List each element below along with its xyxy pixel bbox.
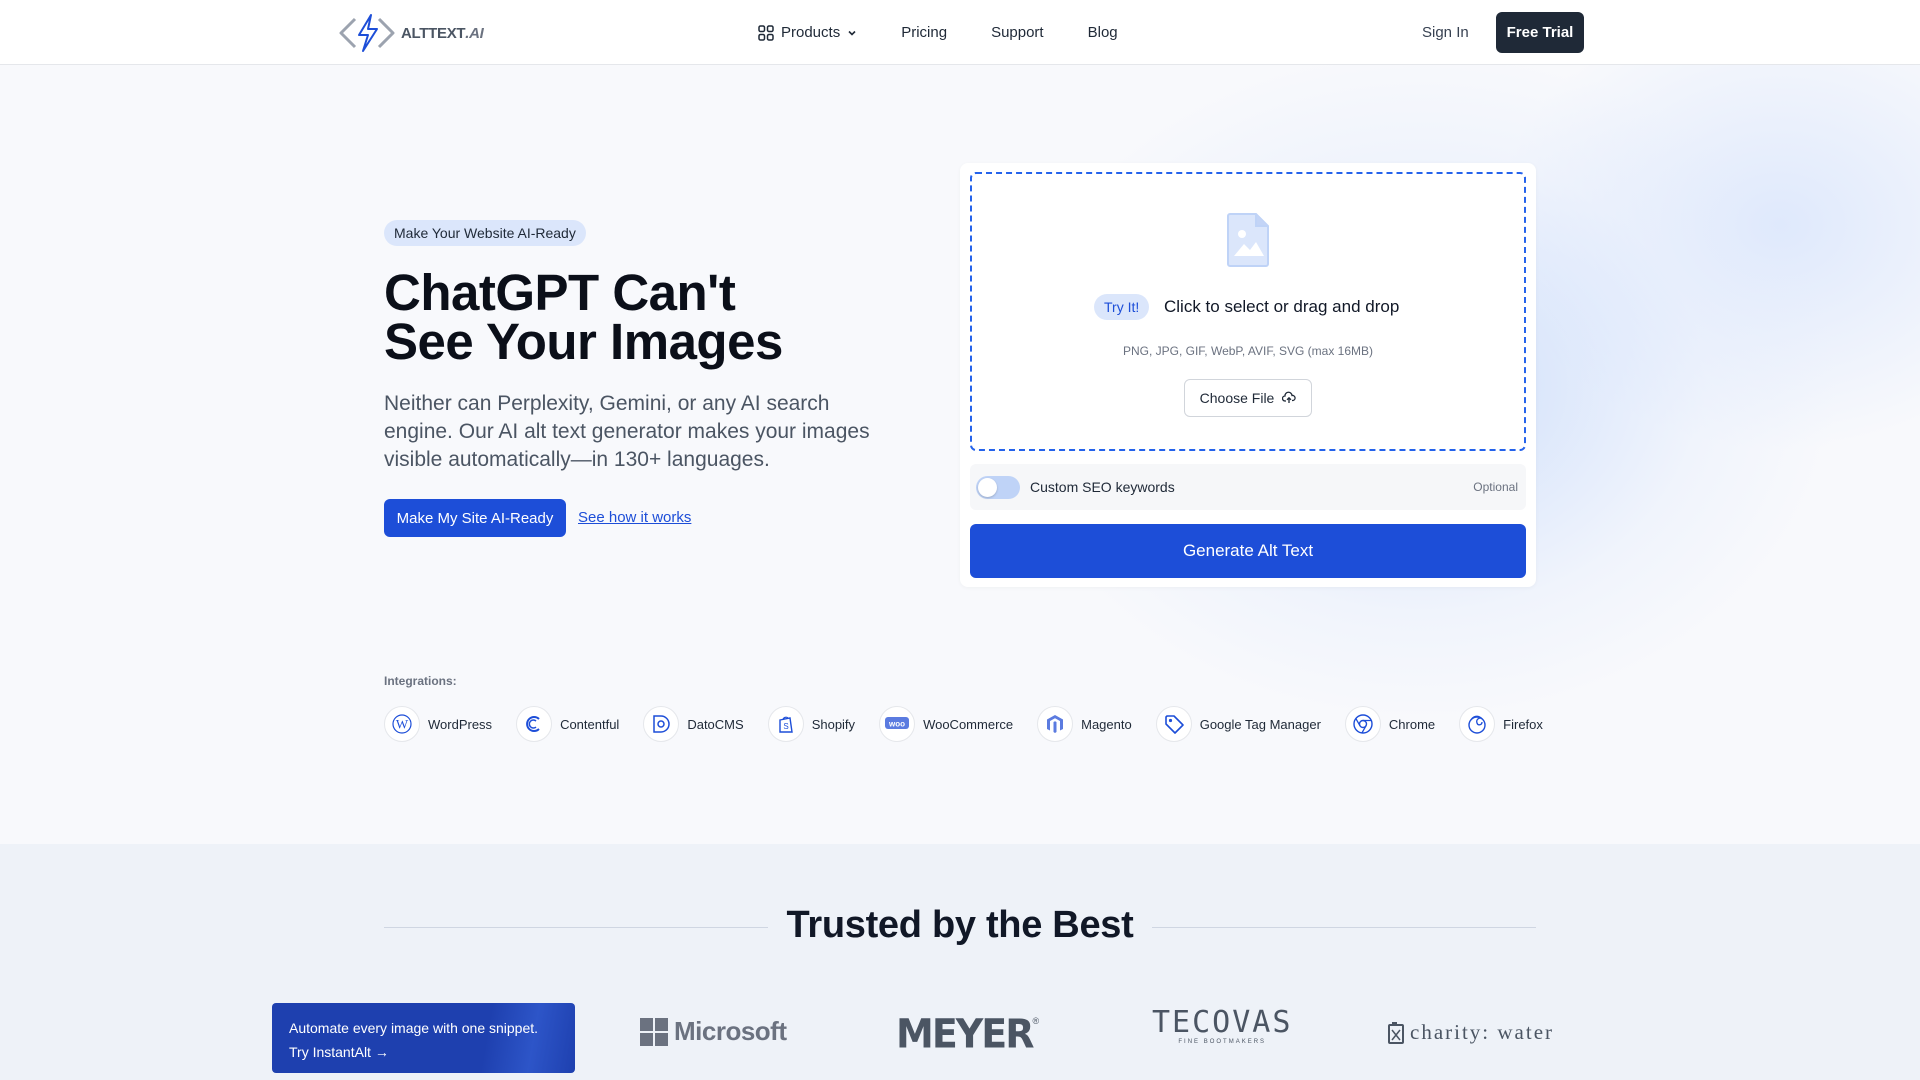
site-header: ALTTEXT.AI Products Pricing Support Blog… (0, 0, 1920, 65)
sign-in-link[interactable]: Sign In (1422, 24, 1469, 41)
hero-badge: Make Your Website AI-Ready (384, 220, 586, 246)
integration-wordpress[interactable]: W WordPress (384, 706, 492, 742)
svg-text:woo: woo (888, 720, 905, 729)
lightning-logo-icon (339, 14, 395, 52)
generate-alt-text-button[interactable]: Generate Alt Text (970, 524, 1526, 578)
tecovas-logo: TECOVAS FINE BOOTMAKERS (1152, 1008, 1292, 1046)
tecovas-tagline: FINE BOOTMAKERS (1178, 1039, 1267, 1045)
nav-products[interactable]: Products (758, 24, 857, 41)
integration-name: DatoCMS (687, 716, 744, 732)
seo-keywords-label: Custom SEO keywords (1030, 479, 1175, 495)
logo[interactable]: ALTTEXT.AI (337, 13, 484, 53)
hero-title-line2: See Your Images (384, 313, 783, 370)
integration-contentful[interactable]: Contentful (516, 706, 619, 742)
integration-chrome[interactable]: Chrome (1344, 706, 1436, 742)
instantalt-promo[interactable]: Automate every image with one snippet. T… (272, 1003, 575, 1073)
datocms-icon (643, 706, 680, 742)
trusted-section: Trusted by the Best Automate every image… (0, 844, 1920, 1080)
microsoft-logo: Microsoft (640, 1016, 787, 1047)
integration-name: Magento (1081, 716, 1132, 732)
meyer-wordmark: MEYER (896, 1010, 1035, 1058)
integration-magento[interactable]: Magento (1037, 706, 1132, 742)
integration-name: Contentful (560, 716, 620, 732)
google-tag-manager-icon (1155, 706, 1192, 742)
supported-formats: PNG, JPG, GIF, WebP, AVIF, SVG (max 16MB… (1122, 344, 1374, 358)
seo-keywords-toggle[interactable] (976, 476, 1020, 499)
dropzone-instruction: Click to select or drag and drop (1164, 297, 1400, 316)
integration-name: Firefox (1503, 716, 1543, 732)
upload-cloud-icon (1282, 391, 1297, 403)
contentful-icon (516, 706, 553, 742)
try-it-badge: Try It! (1094, 294, 1150, 320)
firefox-icon (1459, 706, 1496, 742)
svg-text:S: S (783, 722, 788, 731)
woocommerce-icon: woo (879, 706, 916, 742)
nav-products-label: Products (781, 24, 841, 41)
seo-keywords-row: Custom SEO keywords Optional (970, 464, 1526, 510)
integrations-label: Integrations: (384, 674, 457, 688)
promo-text: Automate every image with one snippet. (289, 1020, 539, 1036)
nav-support[interactable]: Support (991, 24, 1044, 41)
integration-name: Google Tag Manager (1199, 716, 1321, 732)
toggle-knob (978, 478, 997, 497)
charity-water-wordmark: charity: water (1410, 1020, 1555, 1044)
choose-file-label: Choose File (1199, 390, 1275, 406)
chevron-down-icon (848, 30, 856, 36)
optional-label: Optional (1473, 480, 1518, 494)
wordpress-icon: W (384, 706, 420, 742)
microsoft-windows-icon (640, 1017, 668, 1046)
tecovas-wordmark: TECOVAS (1152, 1005, 1293, 1040)
integration-datocms[interactable]: DatoCMS (643, 706, 744, 742)
integration-name: Chrome (1388, 716, 1436, 732)
hero-title: ChatGPT Can't See Your Images (384, 267, 844, 367)
grid-icon (758, 24, 774, 41)
integrations-list: W WordPress Contentful DatoCMS S Shopify… (384, 706, 1543, 742)
trusted-title: Trusted by the Best (786, 904, 1134, 946)
free-trial-button[interactable]: Free Trial (1496, 12, 1584, 53)
see-how-it-works-link[interactable]: See how it works (578, 509, 691, 526)
integration-name: WordPress (428, 716, 493, 732)
chrome-icon (1344, 706, 1381, 742)
hero-subtitle: Neither can Perplexity, Gemini, or any A… (384, 392, 870, 471)
nav-pricing[interactable]: Pricing (901, 24, 947, 41)
logo-text: ALTTEXT.AI (401, 24, 484, 42)
jerrycan-icon (1388, 1021, 1404, 1044)
integration-name: WooCommerce (923, 716, 1014, 732)
nav-blog[interactable]: Blog (1088, 24, 1118, 41)
image-file-icon (1227, 213, 1269, 267)
make-site-ai-ready-button[interactable]: Make My Site AI-Ready (384, 499, 566, 537)
image-dropzone[interactable]: Try It! Click to select or drag and drop… (970, 172, 1526, 451)
charity-water-logo: charity: water (1388, 1020, 1554, 1045)
upload-card: Try It! Click to select or drag and drop… (960, 163, 1536, 587)
main-nav: Products Pricing Support Blog (758, 0, 1118, 65)
shopify-icon: S (767, 706, 804, 742)
microsoft-wordmark: Microsoft (674, 1016, 787, 1046)
integration-shopify[interactable]: S Shopify (767, 706, 856, 742)
magento-icon (1037, 706, 1074, 742)
integration-firefox[interactable]: Firefox (1459, 706, 1543, 742)
choose-file-button[interactable]: Choose File (1184, 379, 1312, 417)
integration-woocommerce[interactable]: woo WooCommerce (879, 706, 1013, 742)
integration-name: Shopify (811, 716, 856, 732)
meyer-logo: MEYER ® (896, 1010, 1040, 1058)
svg-text:W: W (396, 717, 409, 732)
promo-link[interactable]: Try InstantAlt → (289, 1044, 389, 1060)
integration-google-tag-manager[interactable]: Google Tag Manager (1155, 706, 1321, 742)
